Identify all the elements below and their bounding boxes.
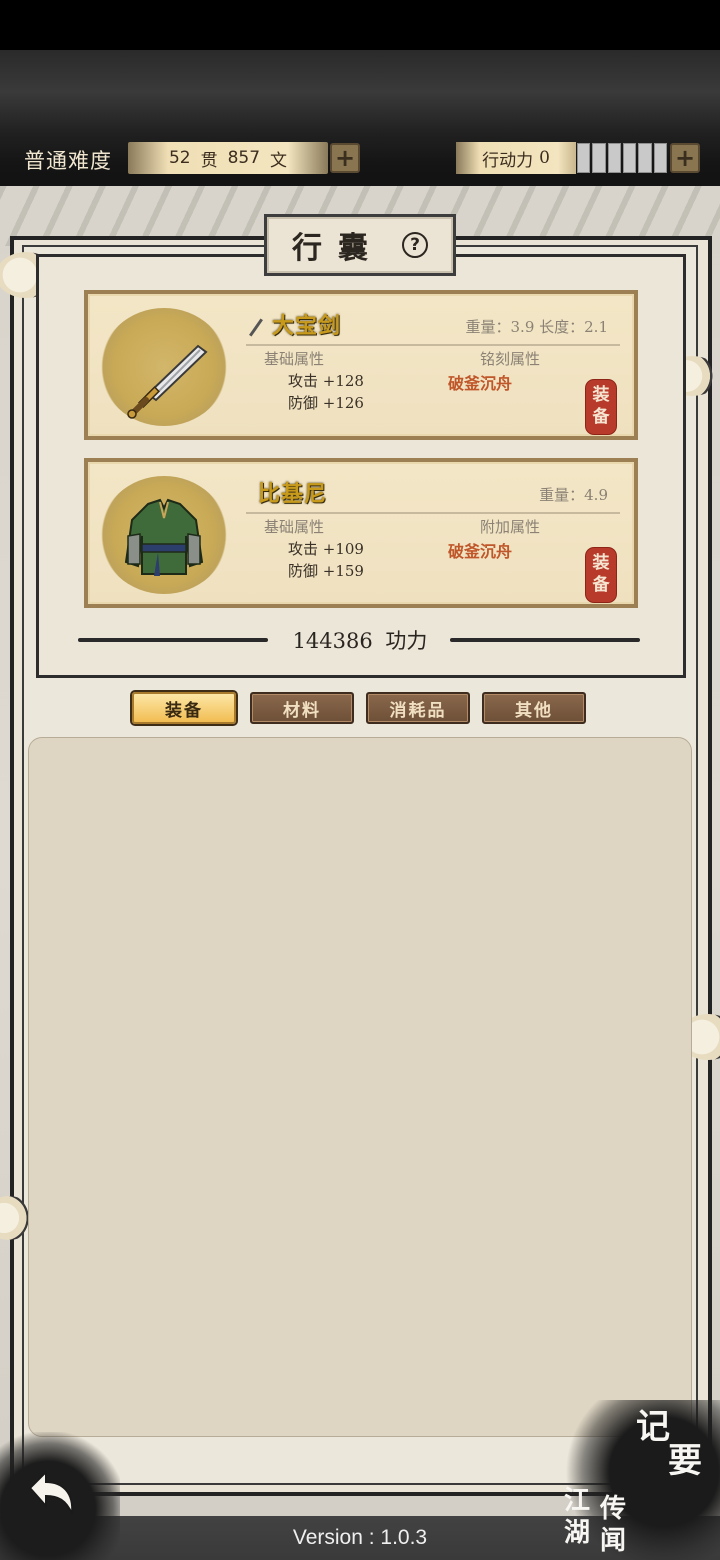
base-attr-label: 基础属性 bbox=[264, 350, 325, 368]
gauge-cell bbox=[607, 143, 621, 173]
equip-button[interactable]: 装 备 bbox=[586, 380, 616, 434]
total-power: 144386 功力 bbox=[270, 625, 450, 655]
weapon-type-icon bbox=[249, 317, 263, 337]
armor-icon bbox=[124, 498, 204, 576]
divider bbox=[246, 344, 620, 346]
item-name: 比基尼 bbox=[258, 481, 328, 507]
equipped-item-card-armor[interactable]: 比基尼 重量：4.9 基础属性 附加属性 攻击 +109 防御 +159 破釜沉… bbox=[84, 458, 638, 608]
item-list-area[interactable] bbox=[28, 737, 692, 1437]
notes-button[interactable]: 记 要 bbox=[632, 1408, 712, 1488]
equipped-item-card-weapon[interactable]: 大宝剑 重量：3.9 长度：2.1 基础属性 铭刻属性 攻击 +128 防御 +… bbox=[84, 290, 638, 440]
tab-equipment[interactable]: 装备 bbox=[132, 692, 236, 724]
version-label: Version : 1.0.3 bbox=[292, 1526, 428, 1549]
extra-attr-value: 破釜沉舟 bbox=[448, 374, 513, 393]
add-action-power-button[interactable]: + bbox=[670, 143, 700, 173]
action-power-label: 行动力 bbox=[482, 150, 534, 171]
gauge-cell bbox=[653, 143, 667, 173]
ink-divider-right bbox=[450, 638, 640, 642]
power-label: 功力 bbox=[385, 629, 428, 653]
notes-char: 记 bbox=[636, 1407, 670, 1447]
tab-other[interactable]: 其他 bbox=[482, 692, 586, 724]
difficulty-label: 普通难度 bbox=[24, 149, 112, 173]
equip-button[interactable]: 装 备 bbox=[586, 548, 616, 602]
add-money-button[interactable]: + bbox=[330, 143, 360, 173]
notes-char: 要 bbox=[668, 1441, 702, 1481]
action-power-display: 行动力 0 bbox=[456, 142, 576, 174]
money-display: 52 贯 857 文 bbox=[128, 142, 328, 174]
help-icon[interactable]: ? bbox=[402, 232, 428, 258]
extra-attr-value: 破釜沉舟 bbox=[448, 542, 513, 561]
money-wen-value: 857 bbox=[227, 148, 261, 168]
help-symbol: ? bbox=[410, 235, 420, 255]
back-arrow-svg bbox=[28, 1469, 74, 1515]
extra-attr-label: 铭刻属性 bbox=[480, 350, 541, 368]
equip-char-bottom: 备 bbox=[592, 407, 610, 427]
item-name-text: 大宝剑 bbox=[272, 313, 342, 339]
equip-char-top: 装 bbox=[592, 553, 610, 573]
attack-value: 攻击 +109 bbox=[288, 540, 364, 558]
money-guan-unit: 贯 bbox=[200, 150, 218, 171]
gauge-cell bbox=[638, 143, 652, 173]
action-power-value: 0 bbox=[539, 148, 550, 168]
item-name: 大宝剑 bbox=[246, 308, 341, 340]
extra-attr-label: 附加属性 bbox=[480, 518, 541, 536]
base-attr-label: 基础属性 bbox=[264, 518, 325, 536]
gauge-cell bbox=[592, 143, 606, 173]
gauge-cell bbox=[577, 143, 591, 173]
item-icon-disc bbox=[100, 308, 228, 426]
sword-icon bbox=[127, 344, 208, 419]
action-power-gauge bbox=[577, 143, 667, 173]
defense-value: 防御 +159 bbox=[288, 562, 364, 580]
power-value: 144386 bbox=[292, 629, 373, 653]
item-icon-disc bbox=[100, 476, 228, 594]
back-arrow-icon[interactable] bbox=[20, 1460, 84, 1524]
gauge-cell bbox=[622, 143, 637, 173]
bag-title: 行囊 bbox=[292, 231, 384, 266]
item-weight: 重量：4.9 bbox=[539, 486, 608, 504]
status-area bbox=[0, 0, 720, 50]
money-wen-unit: 文 bbox=[270, 150, 288, 171]
attack-value: 攻击 +128 bbox=[288, 372, 364, 390]
money-guan-value: 52 bbox=[168, 148, 191, 168]
defense-value: 防御 +126 bbox=[288, 394, 364, 412]
equip-char-bottom: 备 bbox=[592, 575, 610, 595]
tab-consumables[interactable]: 消耗品 bbox=[366, 692, 470, 724]
divider bbox=[246, 512, 620, 514]
ink-divider-left bbox=[78, 638, 268, 642]
plus-icon: + bbox=[334, 144, 356, 172]
plus-icon: + bbox=[674, 144, 696, 172]
item-weight-length: 重量：3.9 长度：2.1 bbox=[465, 318, 608, 336]
bag-title-plate: 行囊 ? bbox=[264, 214, 456, 276]
tab-materials[interactable]: 材料 bbox=[250, 692, 354, 724]
equip-char-top: 装 bbox=[592, 385, 610, 405]
